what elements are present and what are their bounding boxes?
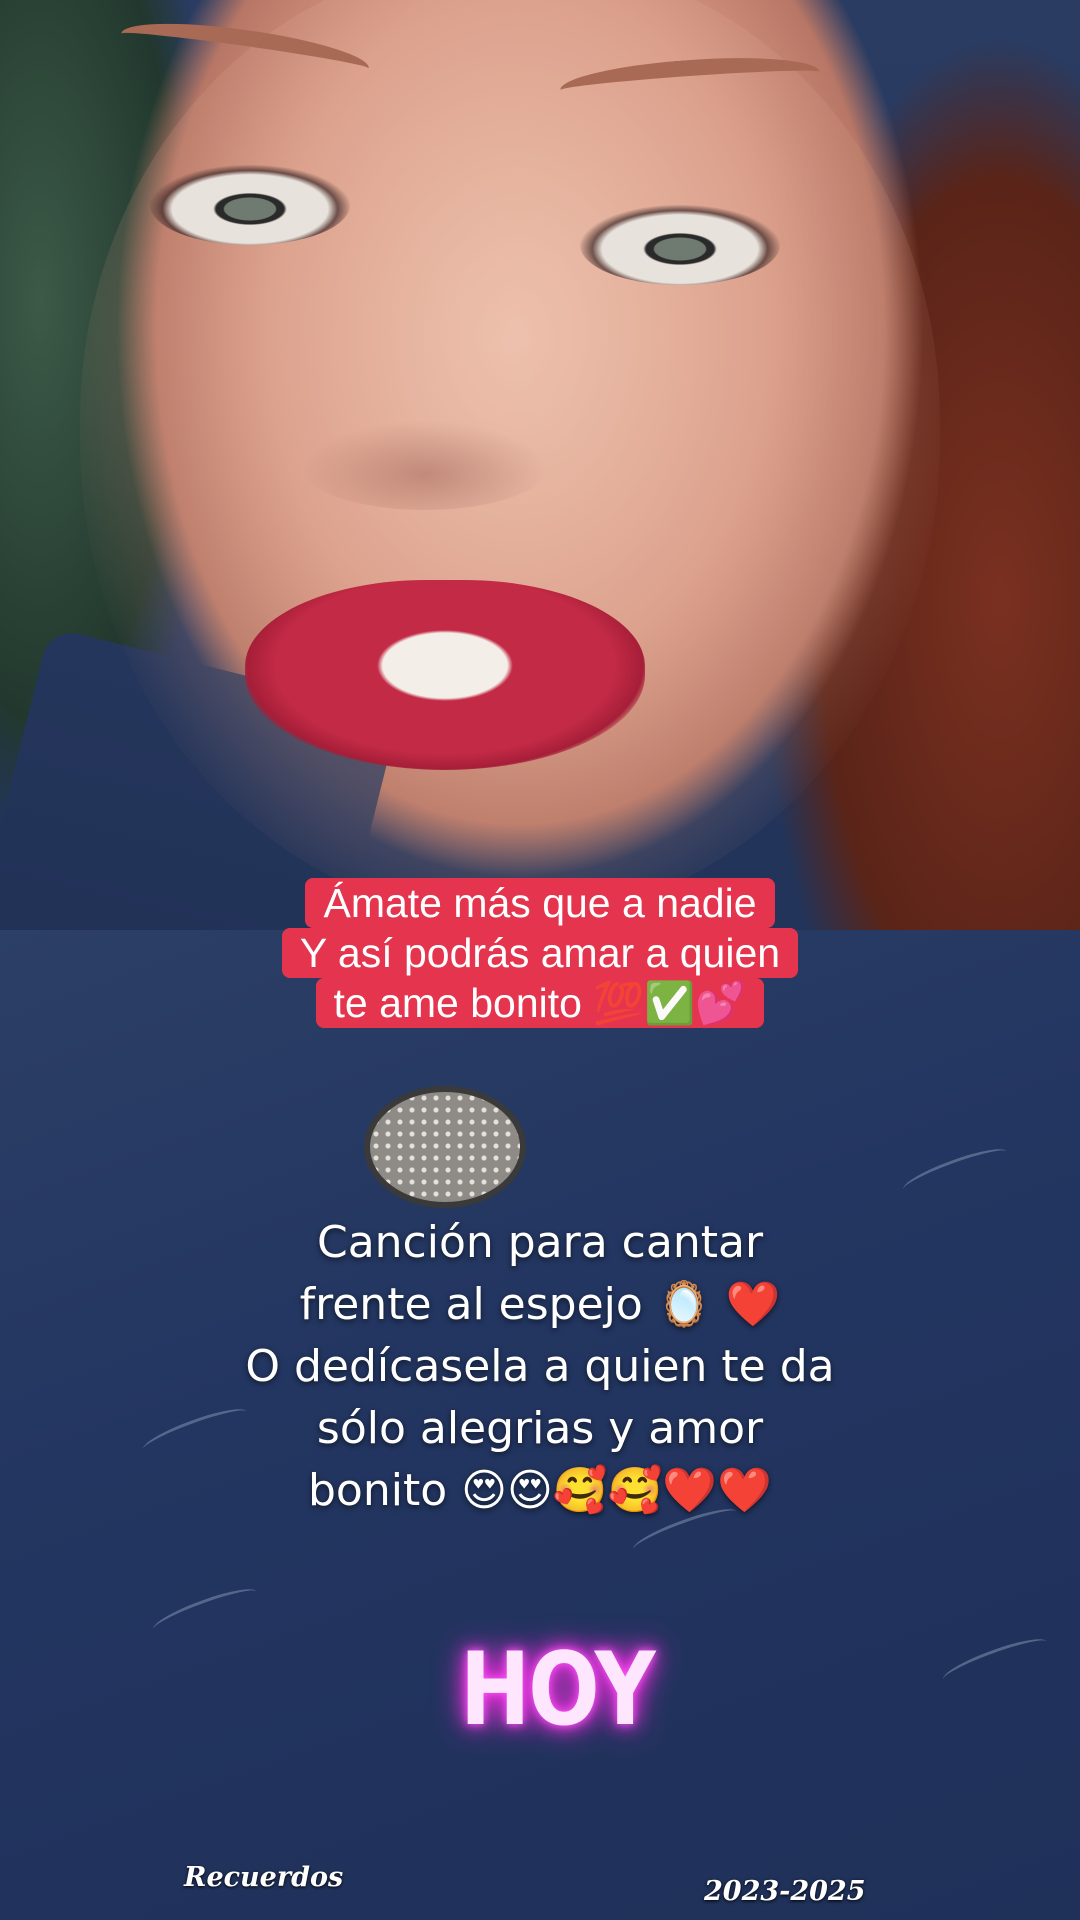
caption-top: Ámate más que a nadie Y así podrás amar … xyxy=(0,878,1080,1028)
footer-date-range: 2023-2025 xyxy=(704,1876,866,1907)
hoy-sticker: HOY xyxy=(460,1630,656,1748)
caption-middle-line: Canción para cantar xyxy=(316,1217,764,1268)
caption-top-line: te ame bonito 💯✅💕 xyxy=(315,978,765,1028)
caption-middle-line: bonito 😍😍🥰🥰❤️❤️ xyxy=(308,1465,772,1516)
left-eye xyxy=(150,165,350,245)
caption-top-line: Y así podrás amar a quien xyxy=(281,928,799,978)
caption-middle-line: O dedícasela a quien te da xyxy=(245,1341,835,1392)
caption-middle-line: frente al espejo 🪞 ❤️ xyxy=(299,1279,781,1330)
brooch xyxy=(370,1092,520,1202)
caption-middle-line: sólo alegrias y amor xyxy=(316,1403,764,1454)
nose xyxy=(300,420,550,510)
lips xyxy=(245,580,645,770)
footer-recuerdos-label: Recuerdos xyxy=(184,1862,344,1893)
right-eye xyxy=(580,205,780,285)
caption-middle: Canción para cantar frente al espejo 🪞 ❤… xyxy=(0,1212,1080,1522)
caption-top-line: Ámate más que a nadie xyxy=(305,878,775,928)
